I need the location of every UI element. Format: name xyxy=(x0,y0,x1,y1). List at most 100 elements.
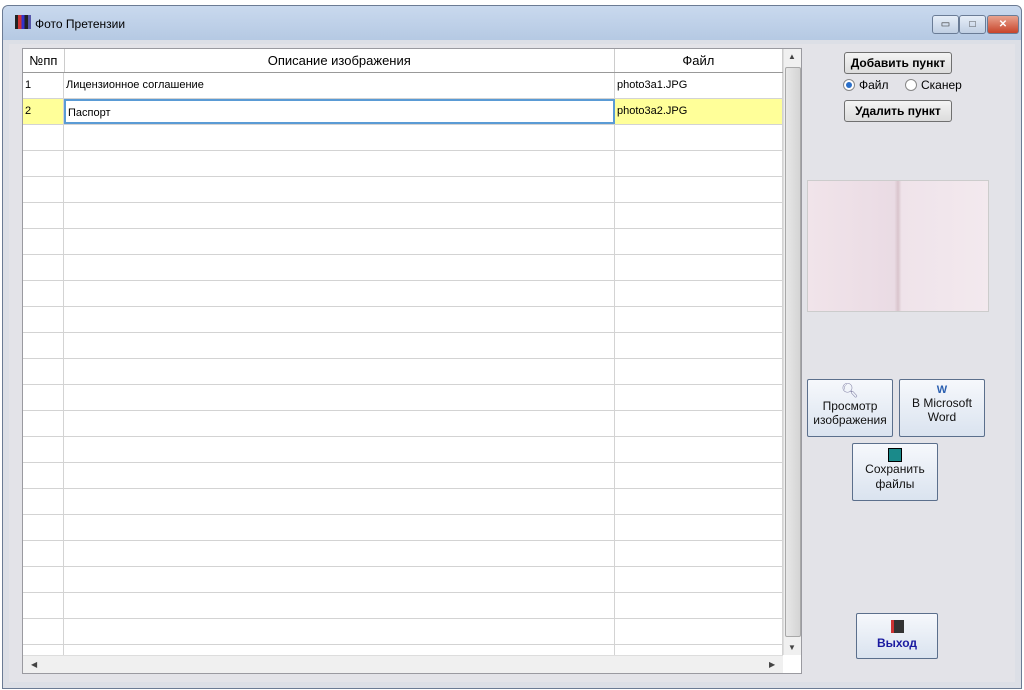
scroll-right-icon[interactable]: ▶ xyxy=(769,660,775,669)
cell-file[interactable] xyxy=(615,125,783,150)
horizontal-scrollbar[interactable]: ◀ ▶ xyxy=(23,655,783,673)
export-word-button[interactable]: W В Microsoft Word xyxy=(899,379,985,437)
table-row[interactable] xyxy=(23,385,783,411)
header-description[interactable]: Описание изображения xyxy=(65,49,615,72)
table-row[interactable] xyxy=(23,125,783,151)
cell-file[interactable]: photo3a1.JPG xyxy=(615,73,783,98)
cell-file[interactable] xyxy=(615,229,783,254)
cell-file[interactable] xyxy=(615,411,783,436)
table-row[interactable] xyxy=(23,541,783,567)
cell-file[interactable] xyxy=(615,437,783,462)
view-image-button[interactable]: 🔍︎ Просмотр изображения xyxy=(807,379,893,437)
table-row[interactable] xyxy=(23,567,783,593)
cell-num[interactable] xyxy=(23,281,64,306)
table-row[interactable] xyxy=(23,255,783,281)
cell-file[interactable] xyxy=(615,385,783,410)
vertical-scrollbar[interactable]: ▲ ▼ xyxy=(783,49,801,655)
cell-description[interactable] xyxy=(64,333,615,358)
table-row[interactable] xyxy=(23,281,783,307)
scroll-up-icon[interactable]: ▲ xyxy=(788,52,796,61)
cell-description[interactable] xyxy=(64,567,615,592)
radio-scanner[interactable]: Сканер xyxy=(905,78,962,92)
cell-num[interactable] xyxy=(23,229,64,254)
cell-num[interactable] xyxy=(23,593,64,618)
delete-item-button[interactable]: Удалить пункт xyxy=(844,100,952,122)
cell-num[interactable] xyxy=(23,125,64,150)
cell-description[interactable] xyxy=(64,489,615,514)
cell-file[interactable] xyxy=(615,541,783,566)
cell-num[interactable] xyxy=(23,437,64,462)
cell-file[interactable] xyxy=(615,619,783,644)
cell-file[interactable] xyxy=(615,307,783,332)
cell-num[interactable] xyxy=(23,203,64,228)
cell-num[interactable] xyxy=(23,385,64,410)
radio-file-indicator[interactable] xyxy=(843,79,855,91)
table-row[interactable] xyxy=(23,229,783,255)
cell-file[interactable] xyxy=(615,281,783,306)
cell-description[interactable]: Лицензионное соглашение xyxy=(64,73,615,98)
cell-file[interactable]: photo3a2.JPG xyxy=(615,99,783,124)
radio-scanner-indicator[interactable] xyxy=(905,79,917,91)
cell-num[interactable] xyxy=(23,541,64,566)
scroll-thumb[interactable] xyxy=(785,67,801,637)
cell-num[interactable] xyxy=(23,489,64,514)
cell-num[interactable]: 2 xyxy=(23,99,64,124)
cell-file[interactable] xyxy=(615,567,783,592)
table-row[interactable] xyxy=(23,203,783,229)
add-item-button[interactable]: Добавить пункт xyxy=(844,52,952,74)
table-row[interactable] xyxy=(23,359,783,385)
cell-description[interactable] xyxy=(64,229,615,254)
exit-button[interactable]: Выход xyxy=(856,613,938,659)
table-row[interactable]: 2 Паспорт photo3a2.JPG xyxy=(23,99,783,125)
table-row[interactable] xyxy=(23,437,783,463)
close-button[interactable]: ✕ xyxy=(987,15,1019,34)
cell-file[interactable] xyxy=(615,489,783,514)
cell-file[interactable] xyxy=(615,515,783,540)
cell-num[interactable] xyxy=(23,151,64,176)
cell-description[interactable] xyxy=(64,255,615,280)
header-file[interactable]: Файл xyxy=(615,49,784,72)
table-row[interactable] xyxy=(23,463,783,489)
cell-num[interactable] xyxy=(23,359,64,384)
cell-num[interactable] xyxy=(23,255,64,280)
cell-file[interactable] xyxy=(615,333,783,358)
cell-description[interactable]: Паспорт xyxy=(64,99,615,124)
cell-description[interactable] xyxy=(64,411,615,436)
cell-description[interactable] xyxy=(64,437,615,462)
cell-num[interactable] xyxy=(23,619,64,644)
cell-file[interactable] xyxy=(615,359,783,384)
scroll-down-icon[interactable]: ▼ xyxy=(788,643,796,652)
cell-description[interactable] xyxy=(64,151,615,176)
maximize-button[interactable]: □ xyxy=(959,15,986,34)
header-num[interactable]: №пп xyxy=(23,49,65,72)
cell-description[interactable] xyxy=(64,177,615,202)
table-row[interactable]: 1 Лицензионное соглашение photo3a1.JPG xyxy=(23,73,783,99)
cell-file[interactable] xyxy=(615,463,783,488)
cell-description[interactable] xyxy=(64,307,615,332)
cell-num[interactable] xyxy=(23,567,64,592)
table-row[interactable] xyxy=(23,177,783,203)
cell-file[interactable] xyxy=(615,203,783,228)
cell-file[interactable] xyxy=(615,177,783,202)
table-row[interactable] xyxy=(23,593,783,619)
scroll-left-icon[interactable]: ◀ xyxy=(31,660,37,669)
table-row[interactable] xyxy=(23,333,783,359)
table-row[interactable] xyxy=(23,515,783,541)
cell-description[interactable] xyxy=(64,619,615,644)
cell-num[interactable] xyxy=(23,463,64,488)
table-row[interactable] xyxy=(23,489,783,515)
cell-num[interactable] xyxy=(23,177,64,202)
cell-file[interactable] xyxy=(615,593,783,618)
cell-num[interactable] xyxy=(23,307,64,332)
cell-description[interactable] xyxy=(64,515,615,540)
cell-description[interactable] xyxy=(64,463,615,488)
cell-num[interactable] xyxy=(23,515,64,540)
table-row[interactable] xyxy=(23,307,783,333)
cell-description[interactable] xyxy=(64,541,615,566)
cell-num[interactable] xyxy=(23,333,64,358)
minimize-button[interactable]: ▭ xyxy=(932,15,959,34)
cell-description[interactable] xyxy=(64,385,615,410)
cell-description[interactable] xyxy=(64,125,615,150)
cell-file[interactable] xyxy=(615,255,783,280)
cell-description[interactable] xyxy=(64,281,615,306)
